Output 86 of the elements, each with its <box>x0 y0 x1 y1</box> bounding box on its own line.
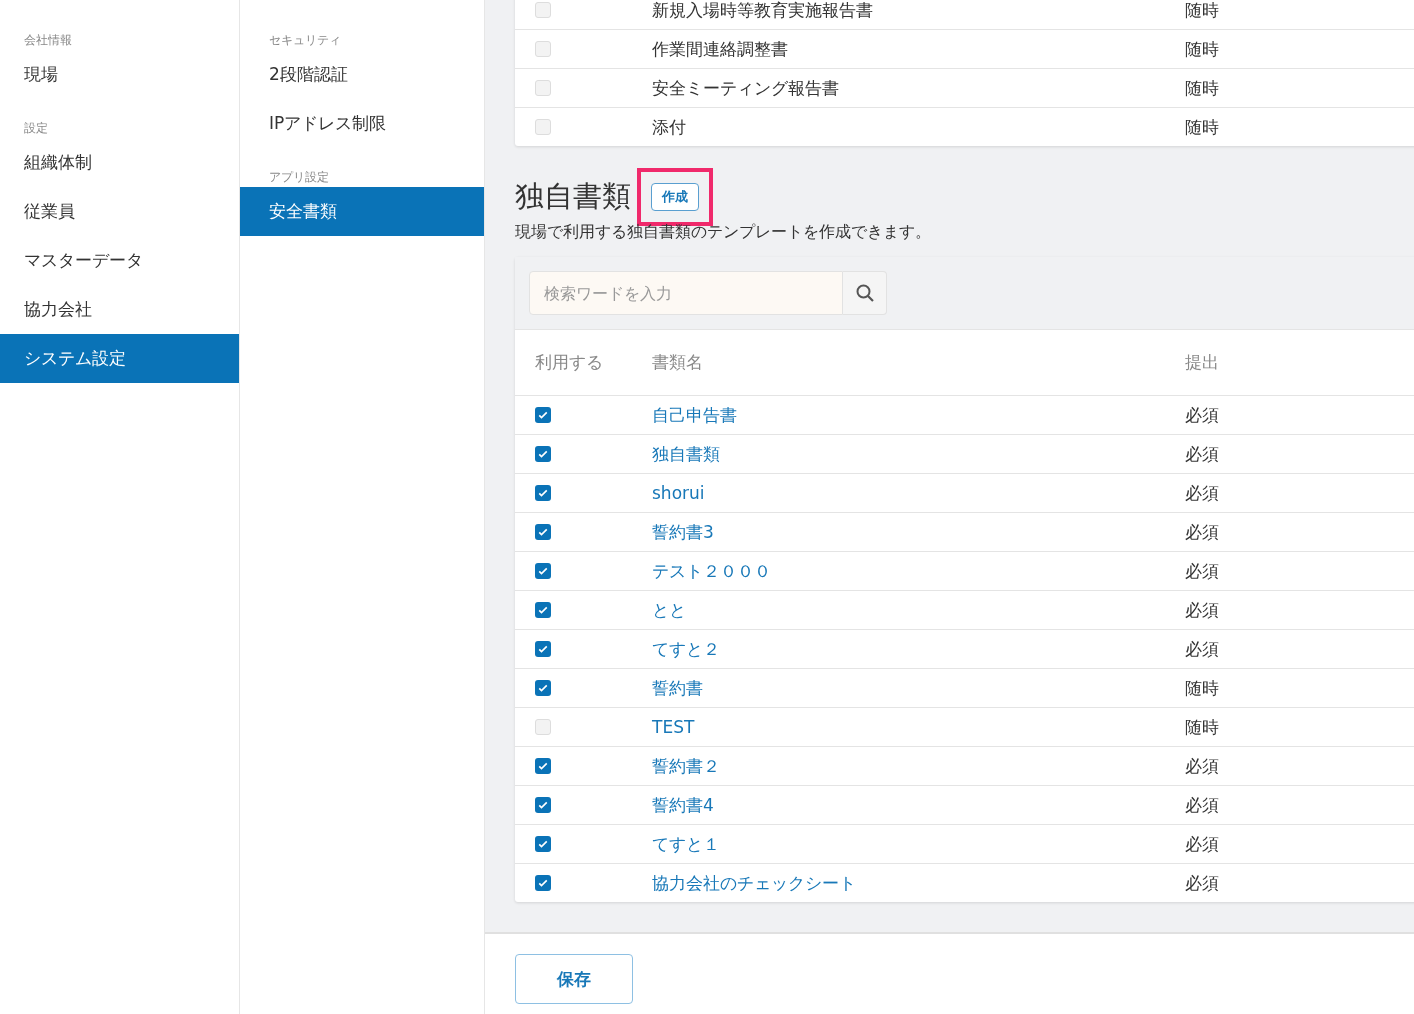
menu-heading: アプリ設定 <box>268 169 330 186</box>
submission-cell: 随時 <box>1185 716 1219 737</box>
section-title: 独自書類 <box>515 178 631 215</box>
checkbox[interactable] <box>535 758 551 774</box>
menu-item[interactable]: 2段階認証 <box>240 50 484 99</box>
document-link[interactable]: 誓約書4 <box>652 794 714 815</box>
sidebar-item[interactable]: 協力会社 <box>0 285 239 334</box>
document-link[interactable]: とと <box>652 599 686 620</box>
document-link[interactable]: 誓約書3 <box>652 521 714 542</box>
checkmark-icon <box>537 604 549 616</box>
document-name: 作業間連絡調整書 <box>652 38 788 59</box>
checkbox[interactable] <box>535 524 551 540</box>
document-link[interactable]: TEST <box>652 717 695 737</box>
submission-cell: 随時 <box>1185 77 1219 98</box>
sidebar-heading: 設定 <box>23 120 49 137</box>
search-button[interactable] <box>843 271 887 315</box>
sidebar-item[interactable]: 従業員 <box>0 187 239 236</box>
submission-cell: 必須 <box>1185 872 1219 893</box>
submission-cell: 必須 <box>1185 599 1219 620</box>
checkmark-icon <box>537 877 549 889</box>
submission-cell: 必須 <box>1185 521 1219 542</box>
document-link[interactable]: 協力会社のチェックシート <box>652 872 856 893</box>
checkmark-icon <box>537 526 549 538</box>
save-button[interactable]: 保存 <box>515 954 633 1004</box>
checkbox[interactable] <box>535 797 551 813</box>
sidebar-item[interactable]: マスターデータ <box>0 236 239 285</box>
submission-cell: 随時 <box>1185 116 1219 137</box>
sidebar-item[interactable]: 組織体制 <box>0 138 239 187</box>
menu-heading: セキュリティ <box>268 32 342 49</box>
checkbox[interactable] <box>535 407 551 423</box>
checkbox[interactable] <box>535 563 551 579</box>
checkbox[interactable] <box>535 41 551 57</box>
submission-cell: 随時 <box>1185 677 1219 698</box>
checkbox[interactable] <box>535 875 551 891</box>
submission-cell: 必須 <box>1185 443 1219 464</box>
checkmark-icon <box>537 760 549 772</box>
document-link[interactable]: テスト２０００ <box>652 560 771 581</box>
checkbox[interactable] <box>535 719 551 735</box>
checkbox[interactable] <box>535 2 551 18</box>
checkmark-icon <box>537 409 549 421</box>
checkbox[interactable] <box>535 446 551 462</box>
sidebar-item[interactable]: システム設定 <box>0 334 239 383</box>
submission-cell: 必須 <box>1185 833 1219 854</box>
checkmark-icon <box>537 799 549 811</box>
submission-cell: 必須 <box>1185 560 1219 581</box>
checkbox[interactable] <box>535 119 551 135</box>
section-description: 現場で利用する独自書類のテンプレートを作成できます。 <box>515 222 932 243</box>
checkbox[interactable] <box>535 485 551 501</box>
column-header: 利用する <box>535 351 603 374</box>
checkmark-icon <box>537 838 549 850</box>
checkbox[interactable] <box>535 80 551 96</box>
document-name: 安全ミーティング報告書 <box>652 77 839 98</box>
document-name: 添付 <box>652 116 686 137</box>
submission-cell: 必須 <box>1185 482 1219 503</box>
checkmark-icon <box>537 643 549 655</box>
checkmark-icon <box>537 487 549 499</box>
submission-cell: 必須 <box>1185 404 1219 425</box>
document-link[interactable]: 独自書類 <box>652 443 720 464</box>
document-link[interactable]: 誓約書 <box>652 677 703 698</box>
document-link[interactable]: shorui <box>652 483 705 503</box>
checkbox[interactable] <box>535 641 551 657</box>
submission-cell: 随時 <box>1185 0 1219 20</box>
checkbox[interactable] <box>535 602 551 618</box>
menu-item[interactable]: 安全書類 <box>240 187 484 236</box>
submission-cell: 随時 <box>1185 38 1219 59</box>
checkmark-icon <box>537 682 549 694</box>
column-header: 提出 <box>1185 352 1219 372</box>
menu-item[interactable]: IPアドレス制限 <box>240 99 484 148</box>
create-button[interactable]: 作成 <box>651 183 699 211</box>
checkbox[interactable] <box>535 680 551 696</box>
submission-cell: 必須 <box>1185 638 1219 659</box>
sidebar-item[interactable]: 現場 <box>0 50 239 99</box>
search-field[interactable]: 検索ワードを入力 <box>529 271 843 315</box>
search-icon <box>854 283 875 303</box>
checkmark-icon <box>537 448 549 460</box>
document-link[interactable]: 自己申告書 <box>652 404 737 425</box>
column-header: 書類名 <box>652 352 703 372</box>
checkmark-icon <box>537 565 549 577</box>
submission-cell: 必須 <box>1185 794 1219 815</box>
document-link[interactable]: 誓約書２ <box>652 755 720 776</box>
sidebar-heading: 会社情報 <box>23 32 73 49</box>
checkbox[interactable] <box>535 836 551 852</box>
document-link[interactable]: てすと１ <box>652 833 720 854</box>
document-link[interactable]: てすと２ <box>652 638 720 659</box>
document-name: 新規入場時等教育実施報告書 <box>652 0 873 20</box>
submission-cell: 必須 <box>1185 755 1219 776</box>
